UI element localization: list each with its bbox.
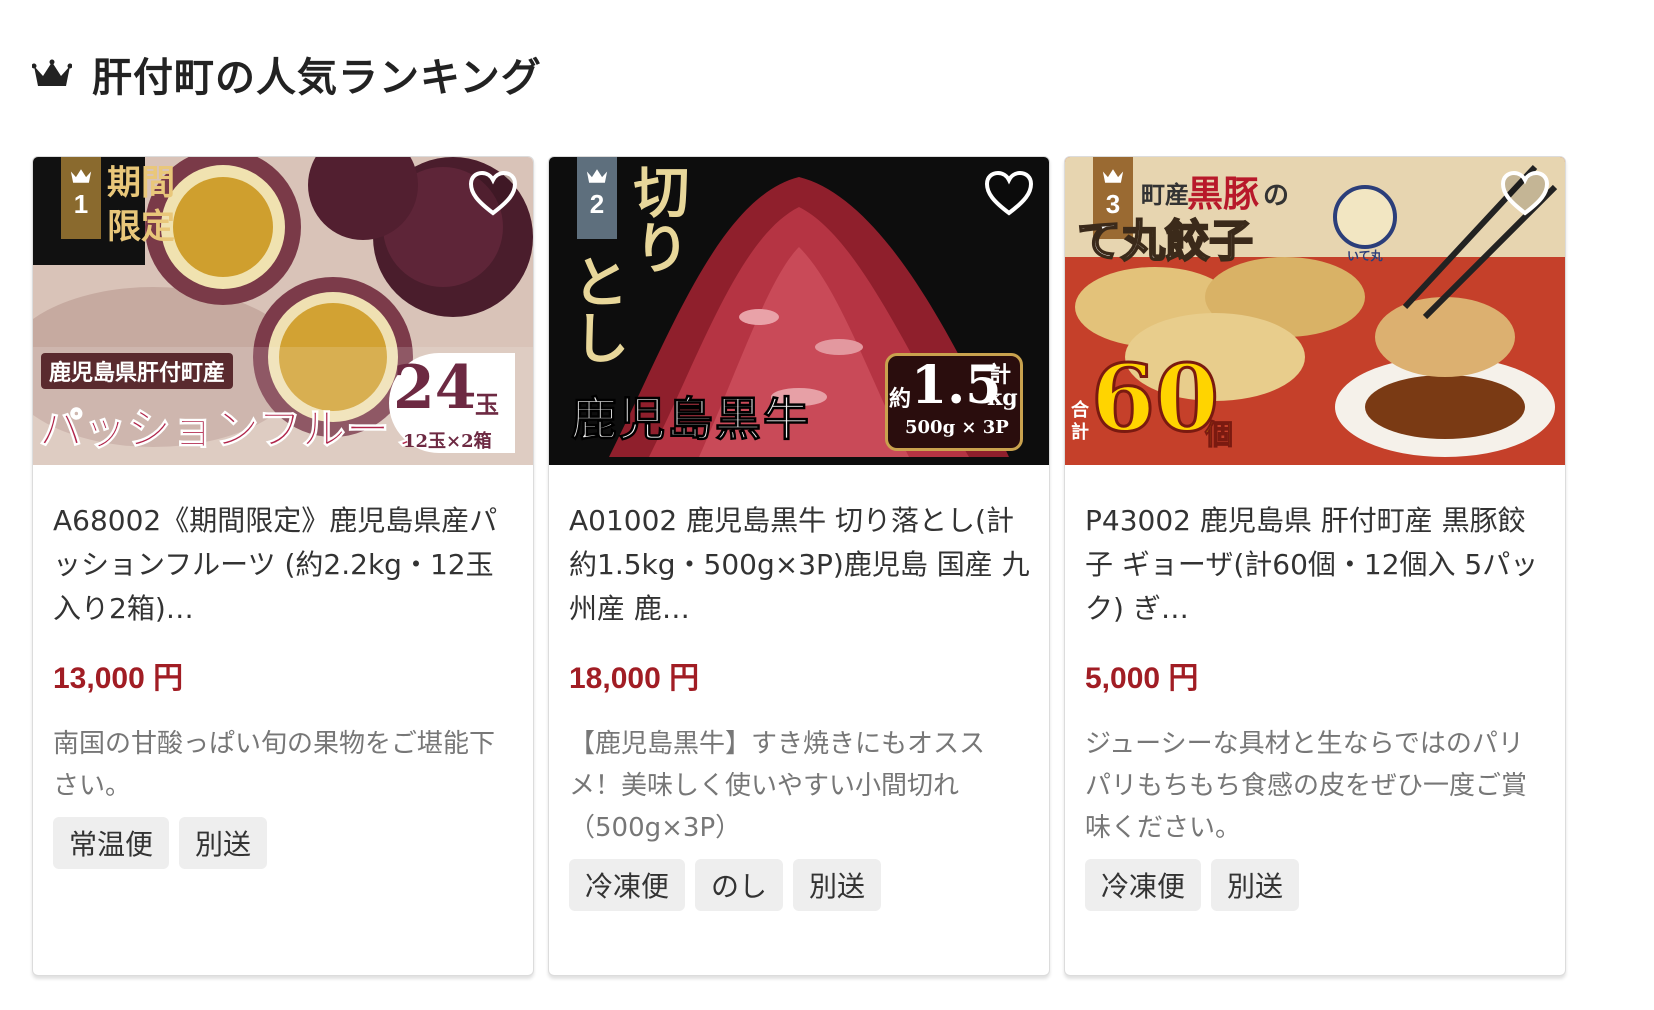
image-label-count: 60 [1089,343,1220,454]
product-image[interactable]: 2 切り とし 鹿児島黒牛 約 1.5 計 kg 500g × 3P [549,157,1049,465]
product-name-link[interactable]: A01002 鹿児島黒牛 切り落とし(計約1.5kg・500g×3P)鹿児島 国… [569,499,1031,631]
image-label-unit: 玉 [475,390,499,419]
rank-number: 2 [589,189,605,219]
crown-icon [586,169,608,183]
image-label-unit: 個 [1204,418,1234,452]
product-name-link[interactable]: A68002《期間限定》鹿児島県産パッションフルーツ (約2.2kg・12玉入り… [53,499,515,631]
image-label-corner-bottom: 限定 [107,207,175,247]
image-label-weight-unit: kg [987,385,1018,411]
tag: 冷凍便 [1085,859,1202,911]
crown-icon [32,59,72,86]
image-label-total-1: 合 [1071,400,1089,421]
product-name-link[interactable]: P43002 鹿児島県 肝付町産 黒豚餃子 ギョーザ(計60個・12個入 5パッ… [1085,499,1547,631]
image-label-corner-top: 期間 [107,163,175,203]
crown-icon [1102,169,1124,183]
product-description: ジューシーな具材と生ならではのパリパリもちもち食感の皮をぜひ一度ご賞味ください。 [1085,729,1528,843]
section-title: 肝付町の人気ランキング [92,55,542,101]
product-price: 5,000 円 [1085,662,1199,695]
image-label-vertical-1: 切り [624,163,690,275]
tag: 別送 [1211,859,1300,911]
crown-icon [70,169,92,183]
tag-list: 常温便 別送 [53,817,515,869]
image-label-vertical-2: とし [564,253,630,365]
tag: のし [695,859,784,911]
product-image[interactable]: 3 町産 黒豚 の て丸餃子 いて丸 合 計 60 個 [1065,157,1565,465]
rank-number: 1 [73,189,89,219]
section-header: 肝付町の人気ランキング [32,44,542,104]
product-price: 13,000 円 [53,662,184,695]
product-card-1[interactable]: 1 期間 限定 鹿児島県肝付町産 パッションフルーツ 24 玉 12玉×2箱 A… [32,156,534,976]
image-label-brand: 鹿児島黒牛 [571,392,811,447]
product-card-3[interactable]: 3 町産 黒豚 の て丸餃子 いて丸 合 計 60 個 P43002 鹿児島県 … [1064,156,1566,976]
image-label-region: 鹿児島県肝付町産 [41,353,234,389]
product-image[interactable]: 1 期間 限定 鹿児島県肝付町産 パッションフルーツ 24 玉 12玉×2箱 [33,157,533,465]
image-label-mascot: いて丸 [1347,249,1383,263]
image-label-no: の [1263,181,1290,211]
rank-badge: 2 [577,157,617,239]
image-label-count: 24 [393,353,477,423]
image-label-pack: 12玉×2箱 [403,431,492,452]
product-card-2[interactable]: 2 切り とし 鹿児島黒牛 約 1.5 計 kg 500g × 3P A0100… [548,156,1050,976]
image-label-product: て丸餃子 [1076,215,1254,268]
card-body: P43002 鹿児島県 肝付町産 黒豚餃子 ギョーザ(計60個・12個入 5パッ… [1085,499,1547,911]
product-description: 【鹿児島黒牛】すき焼きにもオススメ！美味しく使いやすい小間切れ（500g×3P） [569,729,986,843]
tag-list: 冷凍便 のし 別送 [569,859,1031,911]
tag: 冷凍便 [569,859,686,911]
image-label-product: パッションフルーツ [39,404,434,456]
heart-icon[interactable] [467,169,519,217]
tag: 別送 [793,859,882,911]
image-label-pack: 500g × 3P [905,417,1009,438]
tag: 常温便 [53,817,170,869]
card-body: A01002 鹿児島黒牛 切り落とし(計約1.5kg・500g×3P)鹿児島 国… [569,499,1031,911]
product-price: 18,000 円 [569,662,700,695]
card-body: A68002《期間限定》鹿児島県産パッションフルーツ (約2.2kg・12玉入り… [53,499,515,869]
ranking-list: 1 期間 限定 鹿児島県肝付町産 パッションフルーツ 24 玉 12玉×2箱 A… [32,156,1632,976]
rank-badge: 1 [61,157,101,239]
image-label-weight-prefix: 約 [889,386,912,412]
tag: 別送 [179,817,268,869]
product-description: 南国の甘酸っぱい旬の果物をご堪能下さい。 [53,729,496,801]
image-label-total-2: 計 [1071,422,1089,443]
tag-list: 冷凍便 別送 [1085,859,1547,911]
heart-icon[interactable] [983,169,1035,217]
heart-icon[interactable] [1499,169,1551,217]
